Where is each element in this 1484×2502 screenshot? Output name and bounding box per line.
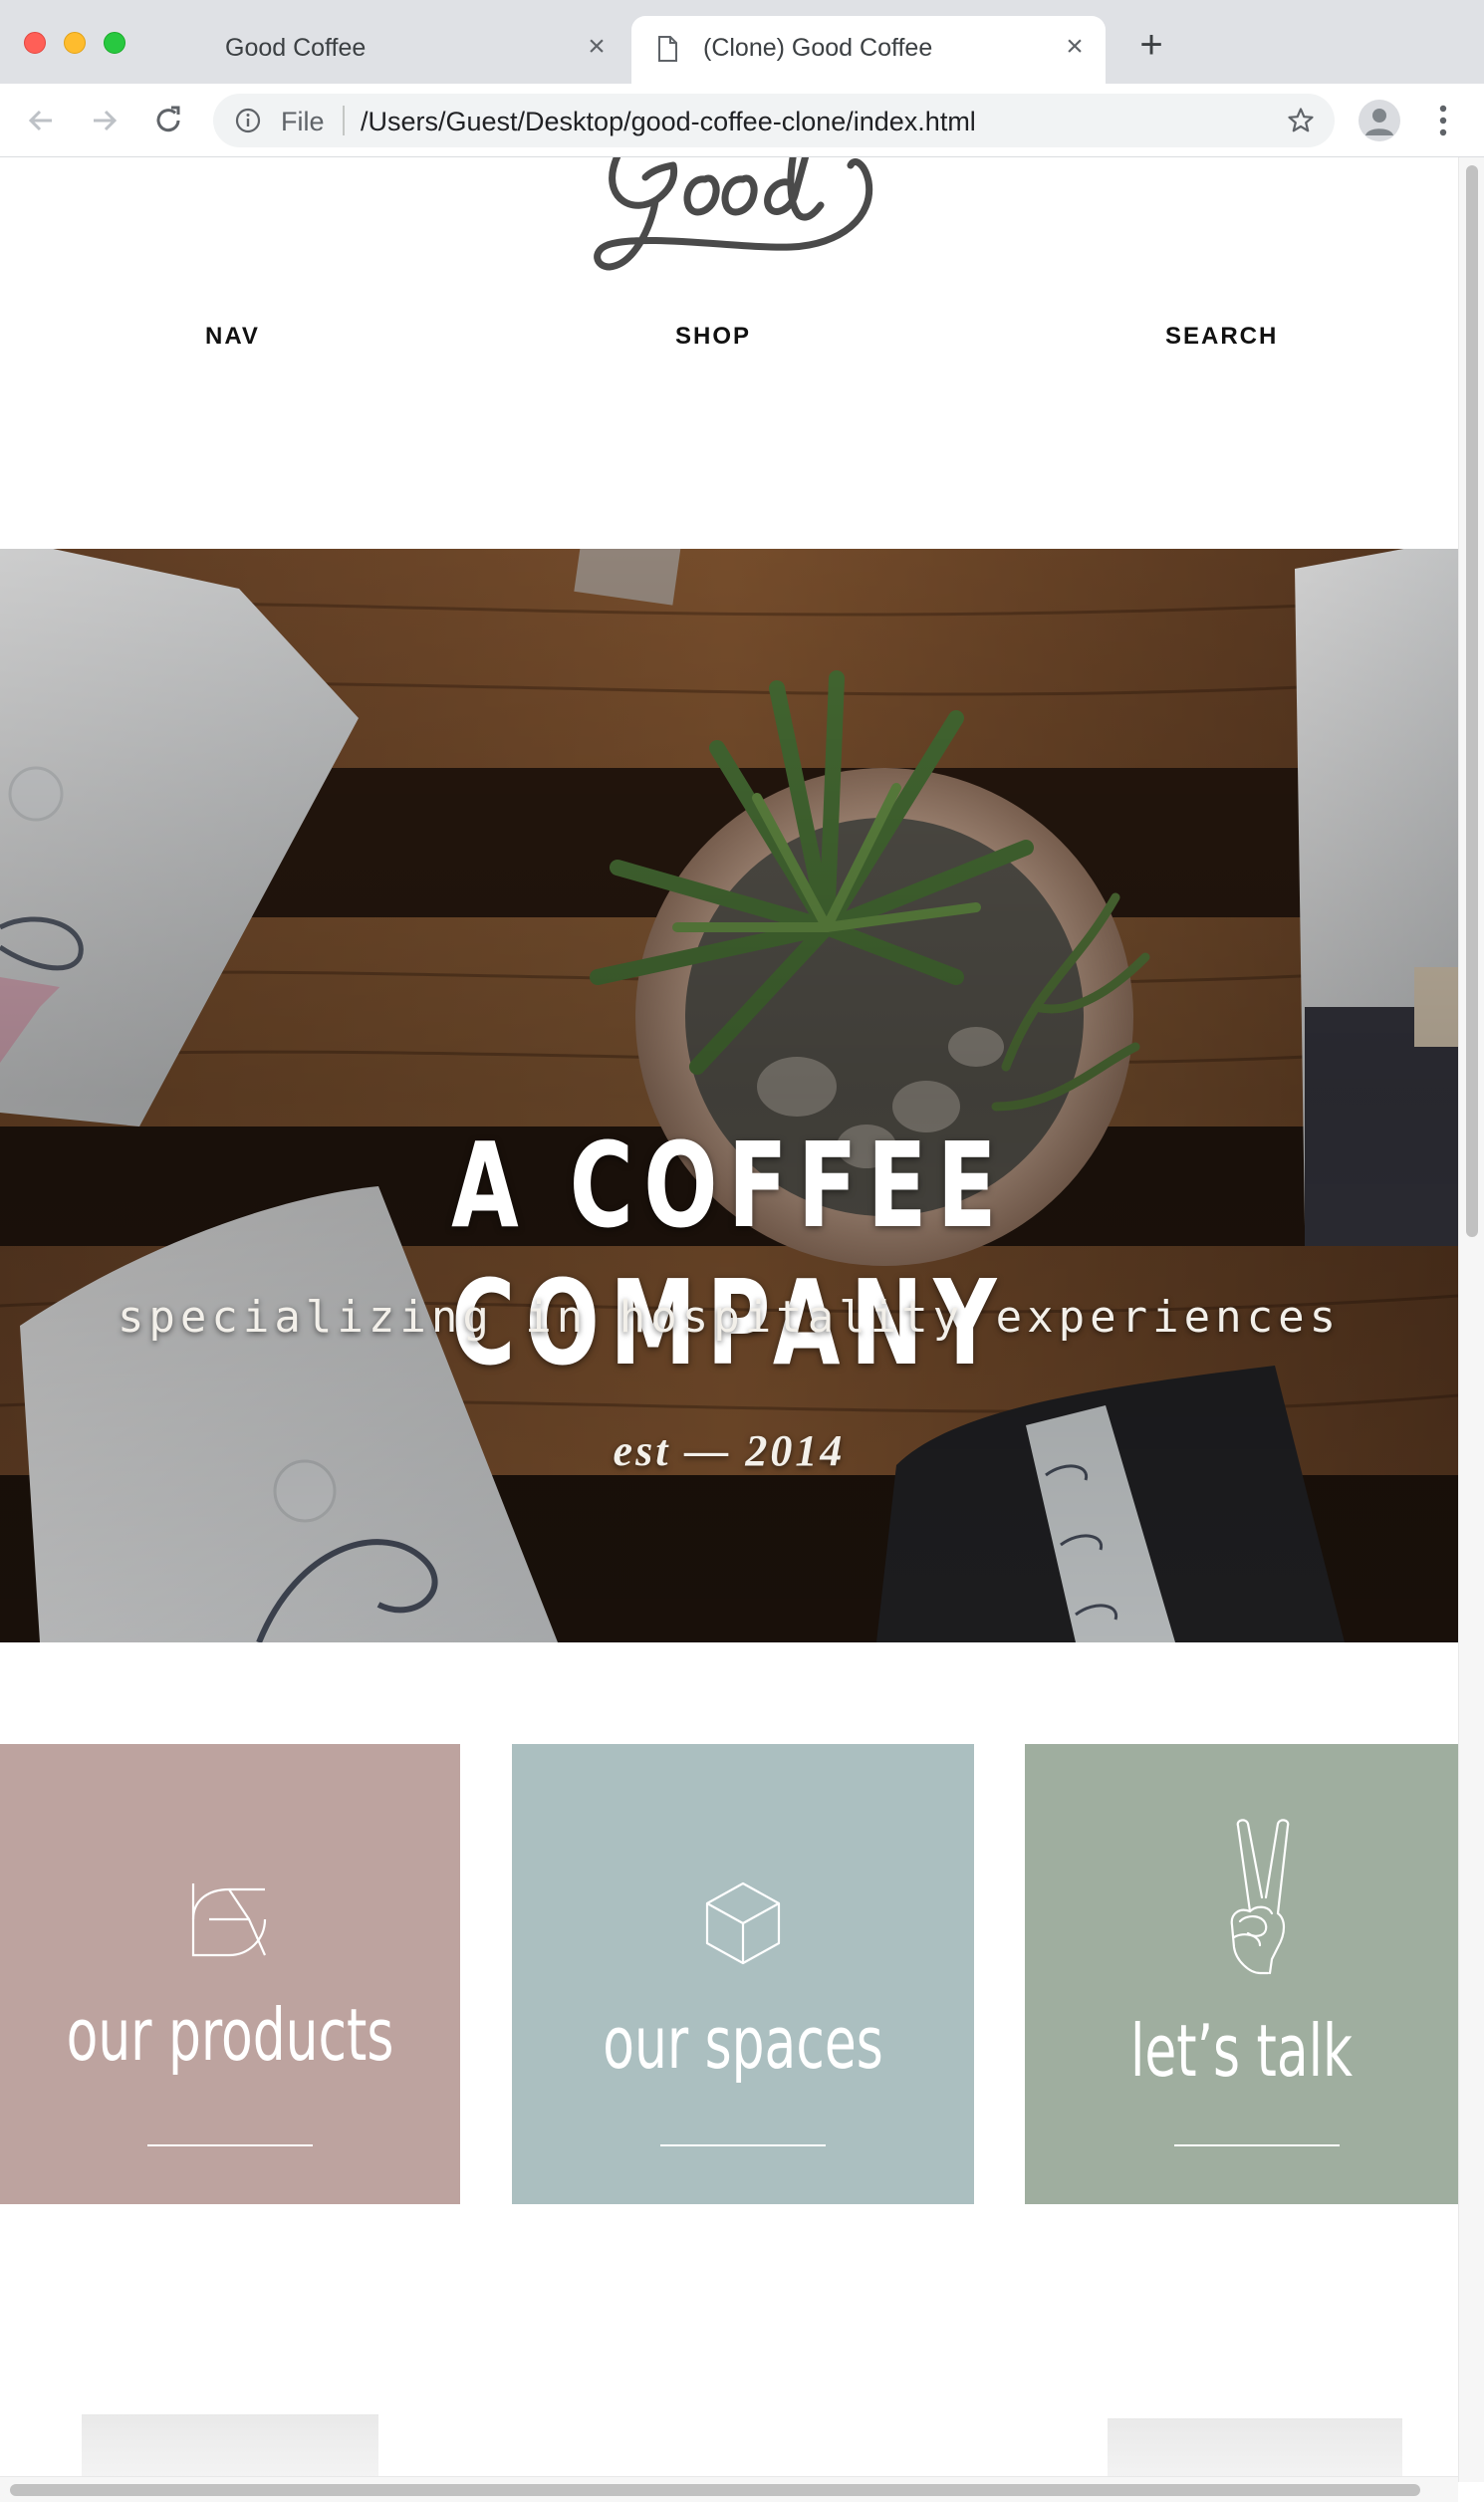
file-icon [658,36,677,62]
horizontal-scrollbar[interactable] [0,2476,1458,2502]
product-image-preview[interactable] [82,2414,378,2480]
hero-banner: A COFFEE COMPANY specializing in hospita… [0,549,1458,1642]
vertical-scrollbar-thumb[interactable] [1466,165,1478,1237]
hero-title: A COFFEE COMPANY [451,1117,1007,1391]
tile-underline [660,2144,826,2146]
vertical-scrollbar[interactable] [1458,157,1484,2482]
tile-underline [147,2144,313,2146]
peace-hand-icon [1230,1819,1290,1975]
tab-title: Good Coffee [225,34,367,62]
tab-close-icon[interactable]: × [580,30,614,64]
back-icon[interactable] [22,102,60,139]
tab-title: (Clone) Good Coffee [703,34,933,62]
url-text[interactable]: /Users/Guest/Desktop/good-coffee-clone/i… [361,107,976,137]
window-close-button[interactable] [24,32,46,54]
profile-icon[interactable] [1359,100,1400,141]
page-viewport: NAV SHOP SEARCH A COFFEE COMPANY special… [0,157,1458,2482]
address-divider [343,106,345,135]
tile-underline [1174,2144,1340,2146]
new-tab-button[interactable]: + [1133,25,1169,65]
hero-subtitle: specializing in hospitality experiences [117,1292,1342,1343]
tile-label: our spaces [603,2001,883,2085]
reload-icon[interactable] [149,102,187,139]
cube-icon [705,1881,781,1965]
tile-lets-talk[interactable]: let’s talk [1025,1744,1458,2204]
window-minimize-button[interactable] [64,32,86,54]
tab-close-icon[interactable]: × [1058,30,1092,64]
tab-clone-good-coffee[interactable]: (Clone) Good Coffee × [631,16,1106,84]
info-icon[interactable] [235,108,261,133]
horizontal-scrollbar-thumb[interactable] [10,2484,1420,2496]
forward-icon[interactable] [86,102,124,139]
tile-our-spaces[interactable]: our spaces [512,1744,974,2204]
nav-search-link[interactable]: SEARCH [1165,323,1278,351]
scheme-label: File [281,107,325,136]
nav-menu-link[interactable]: NAV [205,323,260,351]
product-image-preview[interactable] [1108,2418,1402,2482]
good-logo[interactable] [594,157,882,277]
hero-background-image [0,549,1458,1642]
tile-label: our products [66,1993,394,2077]
browser-toolbar: File /Users/Guest/Desktop/good-coffee-cl… [0,84,1484,157]
nav-shop-link[interactable]: SHOP [675,323,751,351]
menu-icon[interactable] [1428,100,1458,141]
window-zoom-button[interactable] [104,32,125,54]
address-bar[interactable]: File /Users/Guest/Desktop/good-coffee-cl… [213,94,1335,147]
hero-established: est — 2014 [613,1426,846,1475]
browser-tab-strip: Good Coffee × (Clone) Good Coffee × + [0,0,1484,84]
products-icon [191,1883,267,1957]
tab-good-coffee[interactable]: Good Coffee × [179,16,627,84]
star-icon[interactable] [1287,107,1315,134]
tile-label: let’s talk [1129,2009,1354,2093]
tile-our-products[interactable]: our products [0,1744,460,2204]
